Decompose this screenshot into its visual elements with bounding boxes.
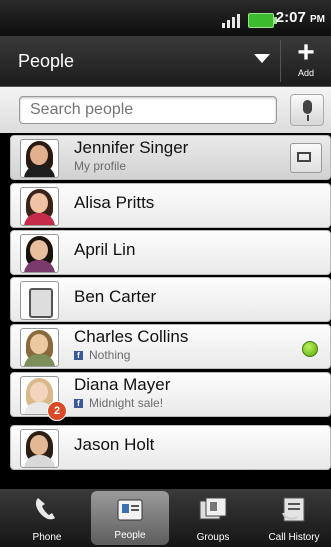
microphone-icon <box>303 100 312 114</box>
groups-icon <box>199 497 227 520</box>
phone-contact-icon <box>29 288 53 318</box>
notification-badge: 2 <box>47 401 67 421</box>
call-history-icon <box>282 497 305 522</box>
list-item[interactable]: Alisa Pritts <box>10 183 331 228</box>
contact-subtitle: f Midnight sale! <box>74 396 163 410</box>
avatar <box>20 429 59 468</box>
battery-icon <box>248 13 277 28</box>
clock-time: 2:07 <box>275 9 306 26</box>
signal-icon <box>222 12 244 28</box>
status-message: Nothing <box>89 348 131 362</box>
contact-name: Alisa Pritts <box>74 193 155 212</box>
tab-label: Groups <box>196 532 230 543</box>
list-item[interactable]: April Lin <box>10 230 331 275</box>
tab-call-history[interactable]: Call History <box>255 489 331 547</box>
search-bar <box>0 87 331 133</box>
people-icon <box>117 499 143 521</box>
vcard-icon[interactable] <box>290 143 322 173</box>
divider <box>280 40 281 82</box>
status-message: Midnight sale! <box>89 396 164 410</box>
contact-name: Jason Holt <box>74 435 155 454</box>
add-contact-button[interactable]: + Add <box>283 38 329 84</box>
tab-bar: Phone People Groups Call History <box>0 489 331 547</box>
status-bar: 2:07 PM <box>0 0 331 36</box>
tab-label: People <box>114 530 146 541</box>
tab-label: Phone <box>32 532 62 543</box>
contact-name: Jennifer Singer <box>74 138 189 157</box>
contact-name: Charles Collins <box>74 327 189 346</box>
chevron-down-icon[interactable] <box>254 54 270 63</box>
avatar <box>20 328 59 367</box>
add-label: Add <box>297 68 314 78</box>
facebook-icon: f <box>74 351 83 361</box>
search-input[interactable] <box>19 96 277 124</box>
tab-phone[interactable]: Phone <box>8 489 86 547</box>
avatar <box>20 139 59 178</box>
page-title: People <box>18 51 75 71</box>
contact-subtitle: My profile <box>74 159 127 173</box>
avatar <box>20 234 59 273</box>
list-item[interactable]: Jennifer Singer My profile <box>10 135 331 180</box>
contact-list[interactable]: Jennifer Singer My profile Alisa Pritts … <box>0 134 331 489</box>
tab-label: Call History <box>268 532 320 543</box>
list-item[interactable]: Ben Carter <box>10 277 331 322</box>
contact-name: Ben Carter <box>74 287 157 306</box>
list-item[interactable]: Charles Collins f Nothing <box>10 324 331 369</box>
online-status-icon <box>302 341 318 357</box>
clock-ampm: PM <box>310 14 325 25</box>
avatar <box>20 187 59 226</box>
list-item[interactable]: 2 Diana Mayer f Midnight sale! <box>10 372 331 421</box>
contact-name: April Lin <box>74 240 136 259</box>
contact-subtitle: f Nothing <box>74 348 130 362</box>
phone-icon <box>35 498 55 520</box>
contact-name: Diana Mayer <box>74 375 171 394</box>
facebook-icon: f <box>74 399 83 409</box>
tab-groups[interactable]: Groups <box>174 489 252 547</box>
tab-people[interactable]: People <box>91 491 169 545</box>
app-header: People + Add <box>0 36 331 87</box>
plus-icon: + <box>297 36 315 69</box>
avatar <box>20 281 59 320</box>
clock: 2:07 PM <box>276 9 325 26</box>
voice-search-button[interactable] <box>290 94 324 126</box>
list-item[interactable]: Jason Holt <box>10 425 331 470</box>
